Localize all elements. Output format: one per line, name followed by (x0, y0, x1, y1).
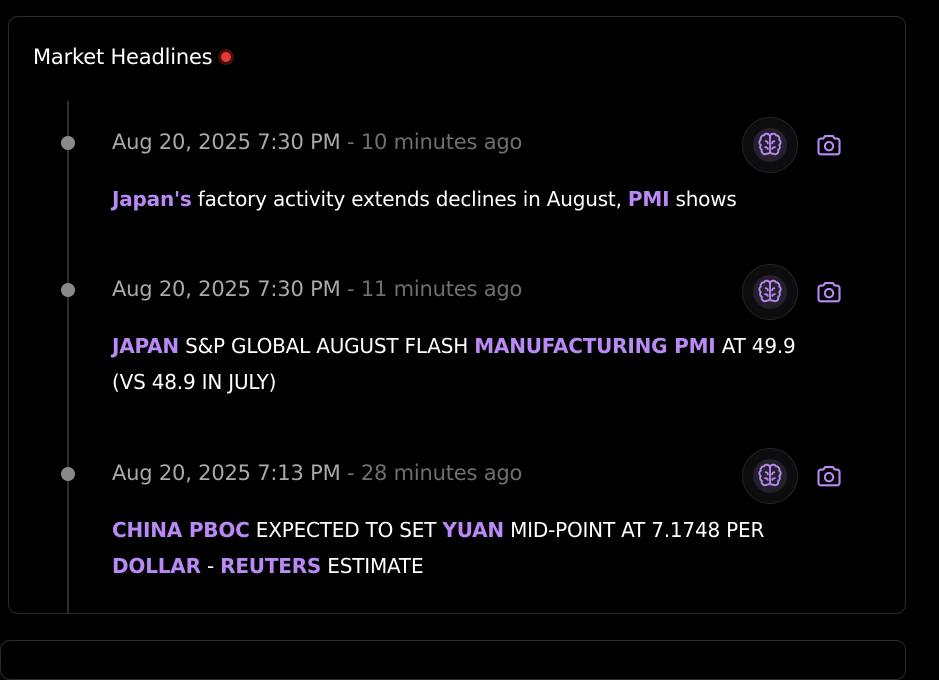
highlighted-entity: MANUFACTURING PMI (474, 334, 716, 358)
next-panel-edge (0, 640, 906, 680)
headline-timestamp: Aug 20, 2025 7:13 PM (112, 461, 341, 485)
highlighted-entity: DOLLAR (112, 554, 201, 578)
headline-separator: - (340, 130, 361, 154)
timeline-line (67, 101, 69, 613)
headline-segment: EXPECTED TO SET (249, 518, 443, 542)
headline-segment: shows (669, 187, 737, 211)
headline-meta: Aug 20, 2025 7:30 PM - 10 minutes ago (112, 130, 522, 154)
highlighted-entity: YUAN (442, 518, 504, 542)
headline-relative-time: 28 minutes ago (360, 461, 523, 485)
screenshot-button[interactable] (809, 272, 849, 312)
headline-segment: ESTIMATE (321, 554, 424, 578)
headline-segment: - (200, 554, 221, 578)
highlighted-entity: CHINA PBOC (112, 518, 250, 542)
timeline-dot (61, 283, 75, 297)
camera-icon (817, 465, 841, 487)
headline-segment: factory activity extends declines in Aug… (191, 187, 628, 211)
camera-icon (817, 134, 841, 156)
headline-text: Japan's factory activity extends decline… (112, 181, 832, 217)
headline-timestamp: Aug 20, 2025 7:30 PM (112, 277, 341, 301)
headline-segment: S&P GLOBAL AUGUST FLASH (178, 334, 475, 358)
headline-relative-time: 10 minutes ago (360, 130, 523, 154)
camera-icon (817, 281, 841, 303)
brain-icon (758, 463, 782, 487)
screenshot-button[interactable] (809, 125, 849, 165)
headline-segment: MID-POINT AT 7.1748 PER (503, 518, 765, 542)
headline-separator: - (340, 277, 361, 301)
headline-text: JAPAN S&P GLOBAL AUGUST FLASH MANUFACTUR… (112, 328, 832, 400)
screenshot-button[interactable] (809, 456, 849, 496)
headline-timestamp: Aug 20, 2025 7:30 PM (112, 130, 341, 154)
headline-meta: Aug 20, 2025 7:30 PM - 11 minutes ago (112, 277, 522, 301)
headline-text: CHINA PBOC EXPECTED TO SET YUAN MID-POIN… (112, 512, 832, 584)
ai-analysis-button[interactable] (742, 264, 798, 320)
market-headlines-panel: Market Headlines Aug 20, 2025 7:30 PM - … (8, 16, 906, 614)
ai-analysis-button[interactable] (742, 117, 798, 173)
panel-title: Market Headlines (33, 45, 213, 69)
headline-separator: - (340, 461, 361, 485)
timeline-dot (61, 467, 75, 481)
highlighted-entity: JAPAN (112, 334, 179, 358)
highlighted-entity: REUTERS (220, 554, 322, 578)
brain-icon (758, 132, 782, 156)
highlighted-entity: Japan's (112, 187, 192, 211)
live-indicator (221, 52, 232, 62)
timeline-dot (61, 136, 75, 150)
brain-icon (758, 279, 782, 303)
headline-relative-time: 11 minutes ago (360, 277, 523, 301)
headline-meta: Aug 20, 2025 7:13 PM - 28 minutes ago (112, 461, 522, 485)
ai-analysis-button[interactable] (742, 448, 798, 504)
highlighted-entity: PMI (627, 187, 670, 211)
panel-header: Market Headlines (33, 45, 232, 69)
